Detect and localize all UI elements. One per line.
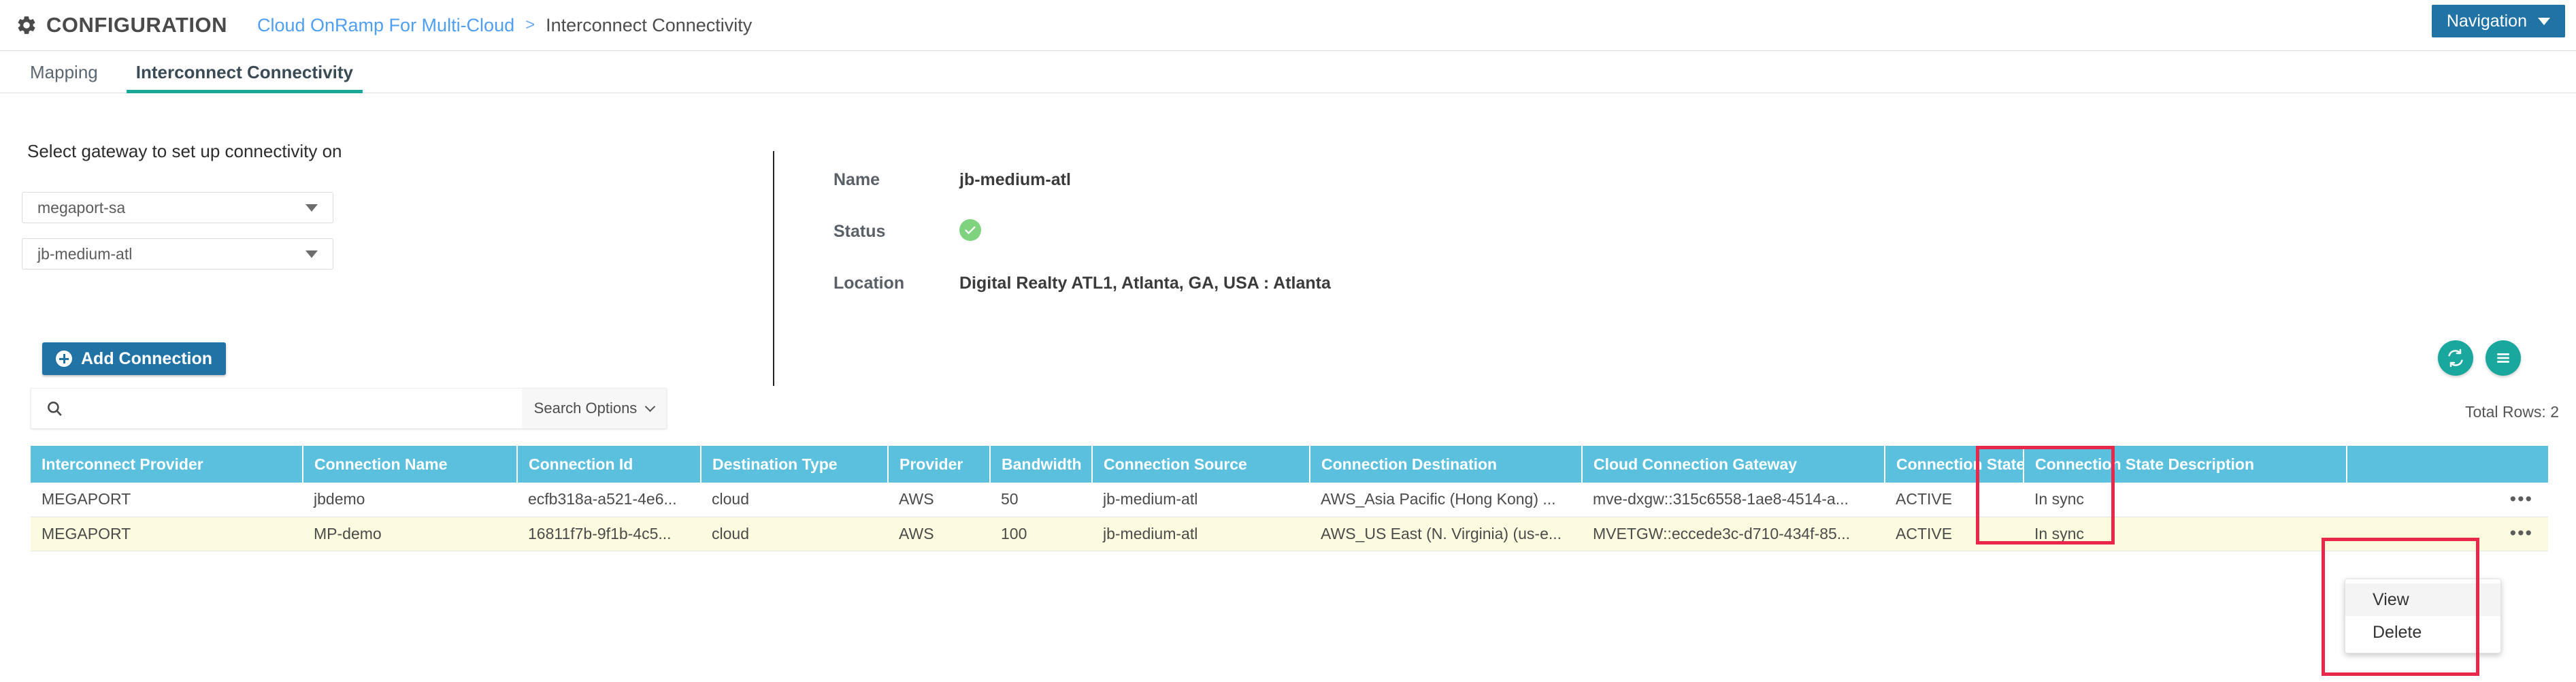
menu-item-delete[interactable]: Delete xyxy=(2345,616,2500,649)
breadcrumb-current: Interconnect Connectivity xyxy=(546,15,752,36)
col-provider[interactable]: Provider xyxy=(888,446,990,483)
connections-table-container: Interconnect Provider Connection Name Co… xyxy=(31,446,2548,551)
detail-label-status: Status xyxy=(833,222,959,242)
search-input[interactable] xyxy=(78,389,522,428)
column-menu-button[interactable] xyxy=(2486,340,2521,376)
search-icon xyxy=(31,400,78,417)
gateway-select[interactable]: jb-medium-atl xyxy=(22,238,333,270)
cell-interconnect-provider: MEGAPORT xyxy=(31,517,303,551)
col-bandwidth[interactable]: Bandwidth xyxy=(990,446,1092,483)
row-actions-menu: View Delete xyxy=(2345,579,2501,653)
add-connection-label: Add Connection xyxy=(81,349,212,369)
breadcrumb: Cloud OnRamp For Multi-Cloud > Interconn… xyxy=(257,15,752,36)
cell-provider: AWS xyxy=(888,483,990,517)
table-row[interactable]: MEGAPORT MP-demo 16811f7b-9f1b-4c5... cl… xyxy=(31,517,2548,551)
cell-connection-id: 16811f7b-9f1b-4c5... xyxy=(517,517,701,551)
search-options-label: Search Options xyxy=(534,400,638,417)
refresh-icon xyxy=(2445,348,2466,368)
col-interconnect-provider[interactable]: Interconnect Provider xyxy=(31,446,303,483)
gateway-select-value: jb-medium-atl xyxy=(22,245,306,263)
cell-connection-state-description: In sync xyxy=(2024,483,2347,517)
cell-provider: AWS xyxy=(888,517,990,551)
hamburger-menu-icon xyxy=(2493,348,2513,368)
col-connection-name[interactable]: Connection Name xyxy=(303,446,517,483)
search-options-dropdown[interactable]: Search Options xyxy=(522,389,666,428)
status-ok-icon xyxy=(959,219,981,241)
cell-connection-state: ACTIVE xyxy=(1885,517,2024,551)
chevron-down-icon xyxy=(306,204,318,212)
detail-label-name: Name xyxy=(833,170,959,190)
table-header: Interconnect Provider Connection Name Co… xyxy=(31,446,2548,483)
breadcrumb-parent-link[interactable]: Cloud OnRamp For Multi-Cloud xyxy=(257,15,514,36)
col-connection-source[interactable]: Connection Source xyxy=(1092,446,1310,483)
tab-strip: Mapping Interconnect Connectivity xyxy=(0,51,2576,93)
cell-connection-state: ACTIVE xyxy=(1885,483,2024,517)
detail-row-status: Status xyxy=(833,222,1331,242)
provider-select-value: megaport-sa xyxy=(22,199,306,217)
refresh-button[interactable] xyxy=(2438,340,2473,376)
cell-bandwidth: 100 xyxy=(990,517,1092,551)
cell-connection-state-description: In sync xyxy=(2024,517,2347,551)
add-connection-button[interactable]: Add Connection xyxy=(42,342,226,375)
detail-row-location: Location Digital Realty ATL1, Atlanta, G… xyxy=(833,274,1331,293)
chevron-down-icon xyxy=(645,402,656,412)
chevron-down-icon xyxy=(2538,18,2550,25)
gateway-selector-heading: Select gateway to set up connectivity on xyxy=(27,141,342,162)
col-connection-state-description[interactable]: Connection State Description xyxy=(2024,446,2347,483)
row-actions-cell: ••• xyxy=(2347,517,2548,551)
table-header-row: Interconnect Provider Connection Name Co… xyxy=(31,446,2548,483)
row-actions-cell: ••• xyxy=(2347,483,2548,517)
app-section-title: CONFIGURATION xyxy=(46,13,227,37)
cell-connection-id: ecfb318a-a521-4e6... xyxy=(517,483,701,517)
provider-select[interactable]: megaport-sa xyxy=(22,192,333,223)
breadcrumb-separator: > xyxy=(525,16,535,35)
detail-row-name: Name jb-medium-atl xyxy=(833,170,1331,190)
tab-interconnect-connectivity[interactable]: Interconnect Connectivity xyxy=(127,62,363,93)
col-connection-id[interactable]: Connection Id xyxy=(517,446,701,483)
plus-circle-icon xyxy=(56,351,72,367)
navigation-button[interactable]: Navigation xyxy=(2432,5,2565,37)
cell-interconnect-provider: MEGAPORT xyxy=(31,483,303,517)
cell-destination-type: cloud xyxy=(701,517,888,551)
top-bar: CONFIGURATION Cloud OnRamp For Multi-Clo… xyxy=(0,0,2576,51)
col-connection-state[interactable]: Connection State xyxy=(1885,446,2024,483)
tab-mapping[interactable]: Mapping xyxy=(20,62,108,93)
row-actions-kebab-icon[interactable]: ••• xyxy=(2510,524,2533,542)
table-row[interactable]: MEGAPORT jbdemo ecfb318a-a521-4e6... clo… xyxy=(31,483,2548,517)
row-actions-kebab-icon[interactable]: ••• xyxy=(2510,490,2533,508)
col-actions xyxy=(2347,446,2548,483)
cell-connection-destination: AWS_Asia Pacific (Hong Kong) ... xyxy=(1310,483,1582,517)
cell-connection-name: jbdemo xyxy=(303,483,517,517)
panel-divider xyxy=(773,151,774,386)
detail-value-location: Digital Realty ATL1, Atlanta, GA, USA : … xyxy=(959,274,1331,293)
gear-icon xyxy=(15,14,38,37)
col-cloud-connection-gateway[interactable]: Cloud Connection Gateway xyxy=(1582,446,1885,483)
detail-label-location: Location xyxy=(833,274,959,293)
search-bar: Search Options xyxy=(31,388,667,429)
col-destination-type[interactable]: Destination Type xyxy=(701,446,888,483)
cell-destination-type: cloud xyxy=(701,483,888,517)
cell-connection-destination: AWS_US East (N. Virginia) (us-e... xyxy=(1310,517,1582,551)
table-body: MEGAPORT jbdemo ecfb318a-a521-4e6... clo… xyxy=(31,483,2548,551)
cell-connection-source: jb-medium-atl xyxy=(1092,517,1310,551)
cell-cloud-connection-gateway: mve-dxgw::315c6558-1ae8-4514-a... xyxy=(1582,483,1885,517)
cell-connection-source: jb-medium-atl xyxy=(1092,483,1310,517)
col-connection-destination[interactable]: Connection Destination xyxy=(1310,446,1582,483)
total-rows-label: Total Rows: 2 xyxy=(2465,403,2559,421)
cell-cloud-connection-gateway: MVETGW::eccede3c-d710-434f-85... xyxy=(1582,517,1885,551)
detail-value-name: jb-medium-atl xyxy=(959,170,1071,190)
connections-table: Interconnect Provider Connection Name Co… xyxy=(31,446,2548,551)
navigation-button-label: Navigation xyxy=(2447,12,2527,31)
menu-item-view[interactable]: View xyxy=(2345,583,2500,616)
gateway-detail-panel: Name jb-medium-atl Status Location Digit… xyxy=(833,170,1331,325)
cell-connection-name: MP-demo xyxy=(303,517,517,551)
chevron-down-icon xyxy=(306,250,318,258)
cell-bandwidth: 50 xyxy=(990,483,1092,517)
